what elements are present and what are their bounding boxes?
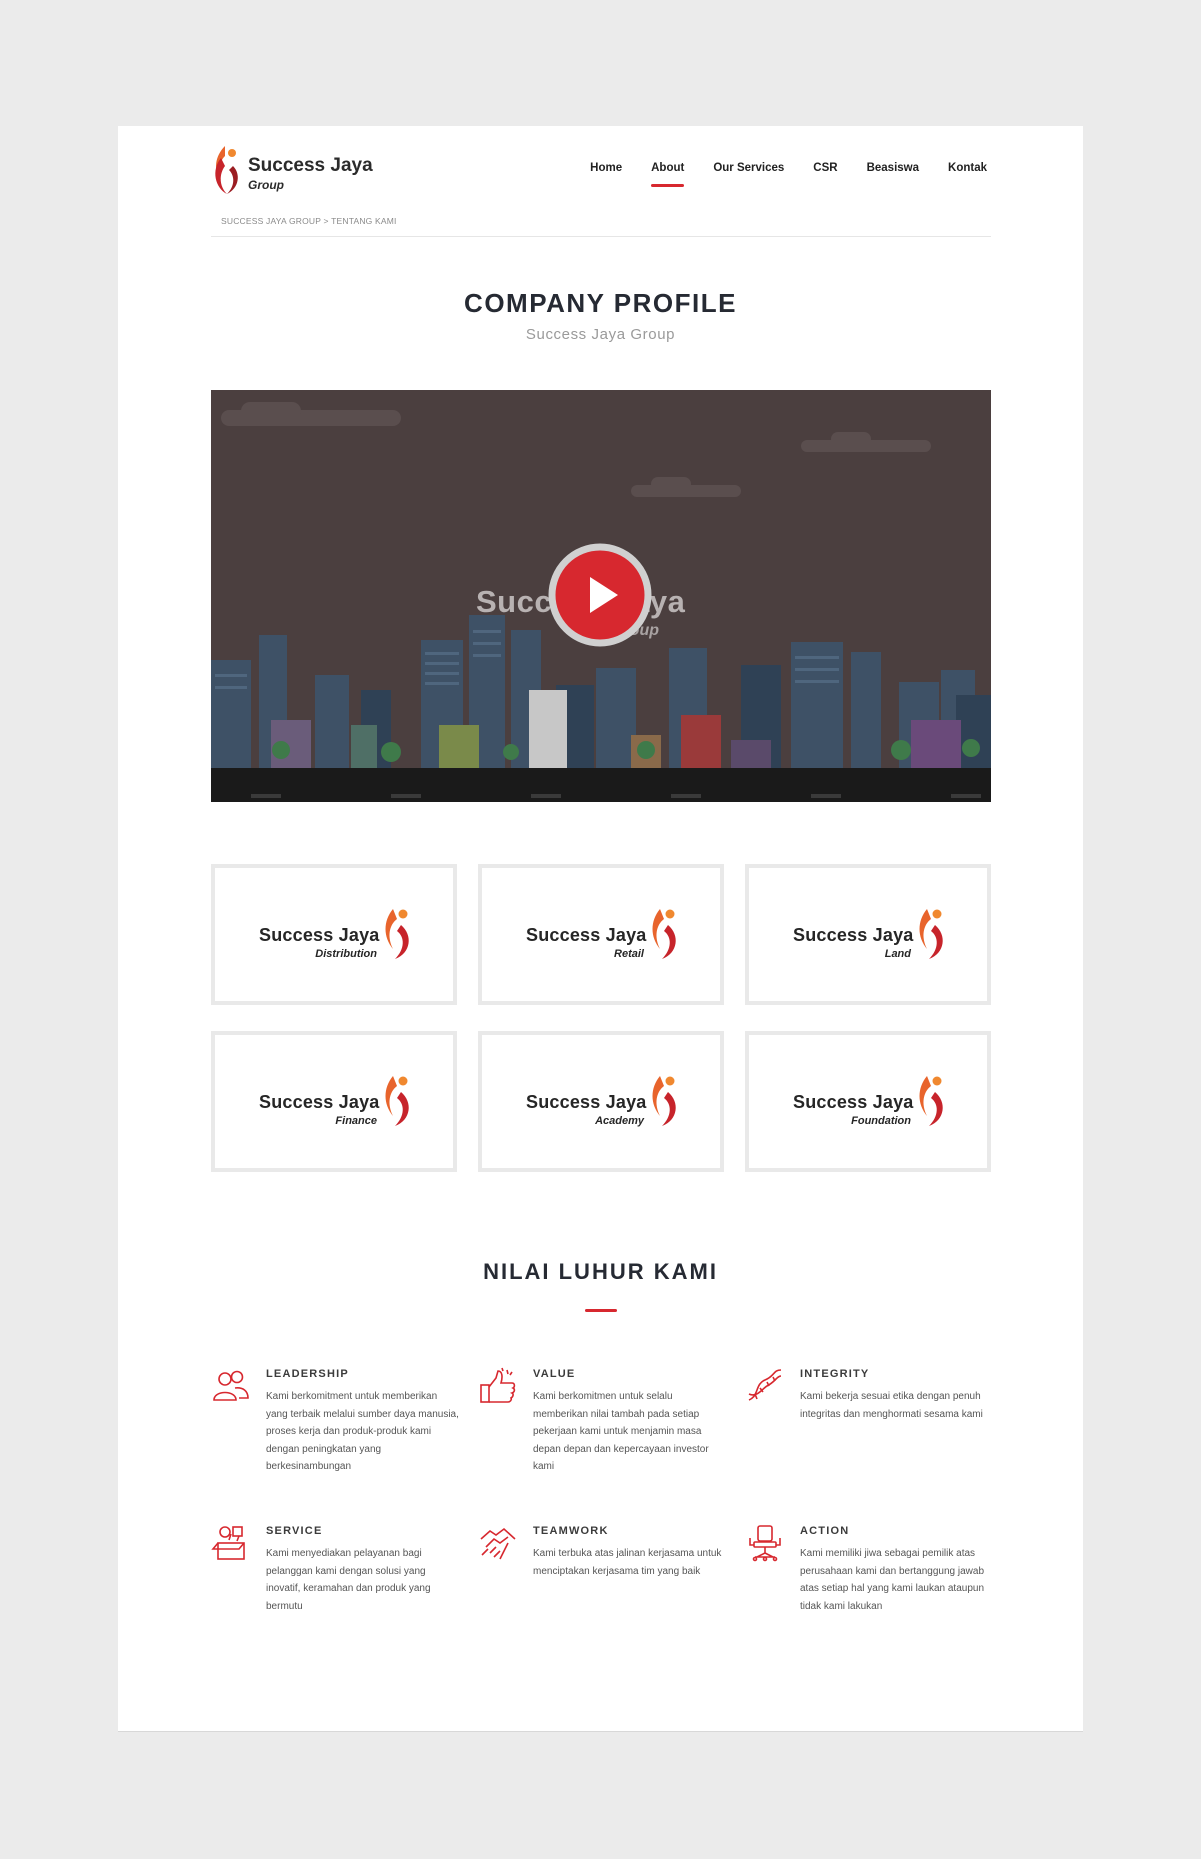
header-divider: [211, 236, 991, 237]
subsidiary-sub: Academy: [595, 1115, 644, 1127]
subsidiary-sub: Land: [884, 948, 911, 960]
play-button-icon[interactable]: [548, 543, 652, 647]
subsidiary-sub: Retail: [614, 948, 644, 960]
nav-kontak[interactable]: Kontak: [948, 162, 987, 187]
flame-logo-icon: [652, 909, 676, 959]
nav-beasiswa[interactable]: Beasiswa: [867, 162, 919, 187]
value-title: ACTION: [800, 1525, 850, 1537]
flame-logo-icon: [385, 909, 409, 959]
value-title: VALUE: [533, 1368, 576, 1380]
subsidiary-name: Success Jaya: [259, 925, 380, 945]
subsidiary-name: Success Jaya: [259, 1092, 380, 1112]
thumbs-up-icon: [480, 1367, 516, 1403]
subsidiary-sub: Distribution: [315, 948, 377, 960]
subsidiary-card-academy[interactable]: Success Jaya Academy: [478, 1031, 724, 1172]
subsidiary-name: Success Jaya: [793, 925, 914, 945]
value-title: SERVICE: [266, 1525, 323, 1537]
people-icon: [213, 1370, 249, 1401]
flame-logo-icon: [652, 1076, 676, 1126]
subsidiary-name: Success Jaya: [526, 925, 647, 945]
page-container: Success Jaya Group Home About Our Servic…: [118, 126, 1083, 1732]
value-title: TEAMWORK: [533, 1525, 609, 1537]
value-text: Kami memiliki jiwa sebagai pemilik atas …: [800, 1548, 985, 1612]
nav-csr[interactable]: CSR: [813, 162, 837, 187]
nav-about[interactable]: About: [651, 162, 685, 187]
subsidiary-sub: Finance: [335, 1115, 377, 1127]
nav-home[interactable]: Home: [590, 162, 622, 187]
subsidiary-name: Success Jaya: [526, 1092, 647, 1112]
service-box-icon: [211, 1526, 245, 1560]
nav-our-services[interactable]: Our Services: [713, 162, 784, 187]
value-text: Kami menyediakan pelayanan bagi pelangga…: [266, 1548, 431, 1612]
subsidiary-card-foundation[interactable]: Success Jaya Foundation: [745, 1031, 991, 1172]
page-title: COMPANY PROFILE: [464, 288, 737, 318]
value-text: Kami bekerja sesuai etika dengan penuh i…: [800, 1391, 983, 1420]
flame-logo-icon: [385, 1076, 409, 1126]
value-text: Kami terbuka atas jalinan kerjasama untu…: [533, 1548, 722, 1577]
breadcrumb: SUCCESS JAYA GROUP > TENTANG KAMI: [221, 216, 397, 226]
flame-logo-icon: [215, 146, 238, 194]
site-logo[interactable]: Success Jaya Group: [211, 144, 391, 200]
page-subtitle: Success Jaya Group: [525, 326, 676, 343]
value-text: Kami berkomitment untuk memberikan yang …: [266, 1391, 459, 1472]
subsidiary-card-finance[interactable]: Success Jaya Finance: [211, 1031, 457, 1172]
logo-name: Success Jaya: [248, 155, 373, 176]
subsidiary-sub: Foundation: [851, 1115, 911, 1127]
subsidiary-name: Success Jaya: [793, 1092, 914, 1112]
logo-sub: Group: [248, 178, 284, 192]
main-nav: Home About Our Services CSR Beasiswa Kon…: [590, 162, 987, 187]
values-title: NILAI LUHUR KAMI: [483, 1259, 718, 1284]
subsidiary-card-land[interactable]: Success Jaya Land: [745, 864, 991, 1005]
handshake-icon: [480, 1527, 516, 1560]
subsidiary-card-retail[interactable]: Success Jaya Retail: [478, 864, 724, 1005]
value-title: LEADERSHIP: [266, 1368, 349, 1380]
value-text: Kami berkomitmen untuk selalu memberikan…: [533, 1391, 709, 1472]
title-underline: [585, 1309, 617, 1312]
dna-icon: [748, 1369, 782, 1401]
value-title: INTEGRITY: [800, 1368, 870, 1380]
flame-logo-icon: [919, 1076, 943, 1126]
company-video[interactable]: Success Jaya Group: [211, 390, 991, 802]
flame-logo-icon: [919, 909, 943, 959]
office-chair-icon: [749, 1525, 781, 1562]
subsidiary-card-distribution[interactable]: Success Jaya Distribution: [211, 864, 457, 1005]
